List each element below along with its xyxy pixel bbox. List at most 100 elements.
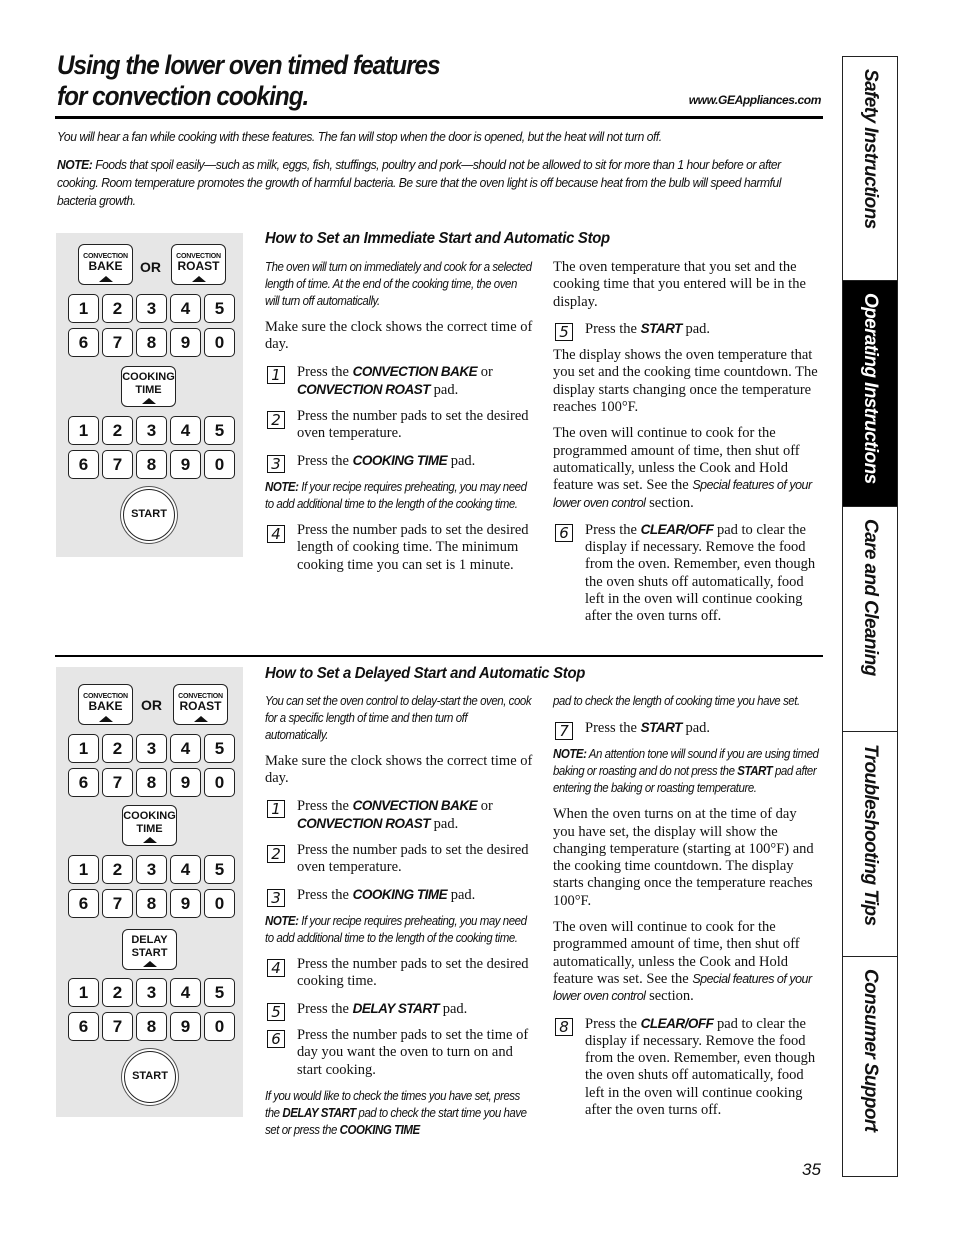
step-6: 6 Press the number pads to set the time … xyxy=(265,1027,533,1079)
website-link[interactable]: www.GEAppliances.com xyxy=(689,93,822,107)
step-text: pad. xyxy=(681,320,711,337)
note-keyword: DELAY START xyxy=(282,1105,356,1120)
note-label: NOTE: xyxy=(265,914,299,929)
note-keyword: START xyxy=(737,764,773,779)
step-text: pad. xyxy=(447,452,476,469)
step-number: 1 xyxy=(267,365,285,384)
number-pad-2[interactable]: 2 xyxy=(102,855,133,884)
step-keyword: CONVECTION BAKE xyxy=(352,797,478,813)
step-6: 6 Press the CLEAR/OFF pad to clear the d… xyxy=(553,521,821,626)
convection-roast-pad[interactable]: CONVECTION ROAST xyxy=(171,244,226,285)
section-tabs: Safety Instructions Operating Instructio… xyxy=(842,56,898,1177)
number-pad-4[interactable]: 4 xyxy=(170,734,201,763)
tab-troubleshooting-tips[interactable]: Troubleshooting Tips xyxy=(843,732,897,957)
number-pad-9[interactable]: 9 xyxy=(170,768,201,797)
step-text: Press the xyxy=(297,363,353,380)
step-1: 1 Press the CONVECTION BAKE or CONVECTIO… xyxy=(265,363,533,400)
number-pad-7[interactable]: 7 xyxy=(102,328,133,357)
keypad-panel-delayed: CONVECTION BAKE OR CONVECTION ROAST COOK… xyxy=(56,667,243,1117)
step-text: pad. xyxy=(430,381,459,398)
number-pad-6[interactable]: 6 xyxy=(68,450,99,479)
number-pad-6[interactable]: 6 xyxy=(68,1012,99,1041)
convection-bake-pad[interactable]: CONVECTION BAKE xyxy=(78,684,133,725)
number-pad-3[interactable]: 3 xyxy=(136,978,167,1007)
number-pad-8[interactable]: 8 xyxy=(136,768,167,797)
number-pad-6[interactable]: 6 xyxy=(68,889,99,918)
number-pad-8[interactable]: 8 xyxy=(136,889,167,918)
number-pad-1[interactable]: 1 xyxy=(68,855,99,884)
note-label: NOTE: xyxy=(57,157,93,172)
number-pad-6[interactable]: 6 xyxy=(68,328,99,357)
number-pad-1[interactable]: 1 xyxy=(68,734,99,763)
number-pad-9[interactable]: 9 xyxy=(170,1012,201,1041)
step-4: 4 Press the number pads to set the desir… xyxy=(265,522,533,574)
number-pad-9[interactable]: 9 xyxy=(170,328,201,357)
number-pad-5[interactable]: 5 xyxy=(204,855,235,884)
number-pad-0[interactable]: 0 xyxy=(204,768,235,797)
number-pad-3[interactable]: 3 xyxy=(136,294,167,323)
number-pad-2[interactable]: 2 xyxy=(102,978,133,1007)
check-times-note: If you would like to check the times you… xyxy=(265,1088,532,1139)
number-pad-3[interactable]: 3 xyxy=(136,734,167,763)
tab-operating-instructions[interactable]: Operating Instructions xyxy=(843,281,897,507)
number-pad-5[interactable]: 5 xyxy=(204,734,235,763)
number-pad-4[interactable]: 4 xyxy=(170,978,201,1007)
number-pad-8[interactable]: 8 xyxy=(136,1012,167,1041)
number-pad-4[interactable]: 4 xyxy=(170,294,201,323)
continue-note: The oven will continue to cook for the p… xyxy=(553,919,821,1005)
number-pad-0[interactable]: 0 xyxy=(204,328,235,357)
delay-start-pad[interactable]: DELAY START xyxy=(122,929,177,970)
number-pad-0[interactable]: 0 xyxy=(204,450,235,479)
start-pad[interactable]: START xyxy=(124,1051,176,1103)
step-4: 4 Press the number pads to set the desir… xyxy=(265,956,533,991)
step-5: 5 Press the DELAY START pad. xyxy=(265,1000,533,1021)
step-keyword: DELAY START xyxy=(352,1000,440,1016)
number-pad-4[interactable]: 4 xyxy=(170,416,201,445)
number-pad-4[interactable]: 4 xyxy=(170,855,201,884)
convection-roast-pad[interactable]: CONVECTION ROAST xyxy=(173,684,228,725)
start-pad[interactable]: START xyxy=(123,489,175,541)
number-pad-5[interactable]: 5 xyxy=(204,416,235,445)
number-pad-8[interactable]: 8 xyxy=(136,328,167,357)
note-keyword: COOKING TIME xyxy=(339,1122,421,1137)
number-pad-0[interactable]: 0 xyxy=(204,889,235,918)
step-text: or xyxy=(477,797,493,814)
number-pad-2[interactable]: 2 xyxy=(102,294,133,323)
number-pad-3[interactable]: 3 xyxy=(136,855,167,884)
number-pad-5[interactable]: 5 xyxy=(204,294,235,323)
number-pad-3[interactable]: 3 xyxy=(136,416,167,445)
number-pad-7[interactable]: 7 xyxy=(102,450,133,479)
pad-indicator-icon xyxy=(142,961,157,967)
display-note: The oven temperature that you set and th… xyxy=(553,259,806,310)
turns-on-note: When the oven turns on at the time of da… xyxy=(553,806,814,909)
check-times-note-continued: pad to check the length of cooking time … xyxy=(553,694,800,708)
number-pad-6[interactable]: 6 xyxy=(68,768,99,797)
tab-safety-instructions[interactable]: Safety Instructions xyxy=(843,57,897,281)
step-number: 2 xyxy=(267,411,285,430)
pad-label: START xyxy=(131,947,168,959)
number-pad-2[interactable]: 2 xyxy=(102,416,133,445)
number-pad-1[interactable]: 1 xyxy=(68,416,99,445)
number-pad-9[interactable]: 9 xyxy=(170,889,201,918)
note-text: If your recipe requires preheating, you … xyxy=(265,914,527,946)
cooking-time-pad[interactable]: COOKING TIME xyxy=(122,805,177,846)
number-pad-2[interactable]: 2 xyxy=(102,734,133,763)
number-pad-7[interactable]: 7 xyxy=(102,768,133,797)
tab-consumer-support[interactable]: Consumer Support xyxy=(843,957,897,1176)
number-pad-0[interactable]: 0 xyxy=(204,1012,235,1041)
number-pad-7[interactable]: 7 xyxy=(102,889,133,918)
step-keyword: CONVECTION ROAST xyxy=(297,381,431,397)
title-line-1: Using the lower oven timed features xyxy=(57,50,441,80)
number-pad-5[interactable]: 5 xyxy=(204,978,235,1007)
convection-bake-pad[interactable]: CONVECTION BAKE xyxy=(78,244,133,285)
number-pad-1[interactable]: 1 xyxy=(68,294,99,323)
immediate-start-heading: How to Set an Immediate Start and Automa… xyxy=(265,230,610,247)
number-pad-7[interactable]: 7 xyxy=(102,1012,133,1041)
step-5: 5 Press the START pad. xyxy=(553,320,821,341)
tab-care-and-cleaning[interactable]: Care and Cleaning xyxy=(843,507,897,732)
number-pad-8[interactable]: 8 xyxy=(136,450,167,479)
cooking-time-pad[interactable]: COOKING TIME xyxy=(121,366,176,407)
delayed-right-column: pad to check the length of cooking time … xyxy=(553,693,821,1128)
number-pad-1[interactable]: 1 xyxy=(68,978,99,1007)
number-pad-9[interactable]: 9 xyxy=(170,450,201,479)
